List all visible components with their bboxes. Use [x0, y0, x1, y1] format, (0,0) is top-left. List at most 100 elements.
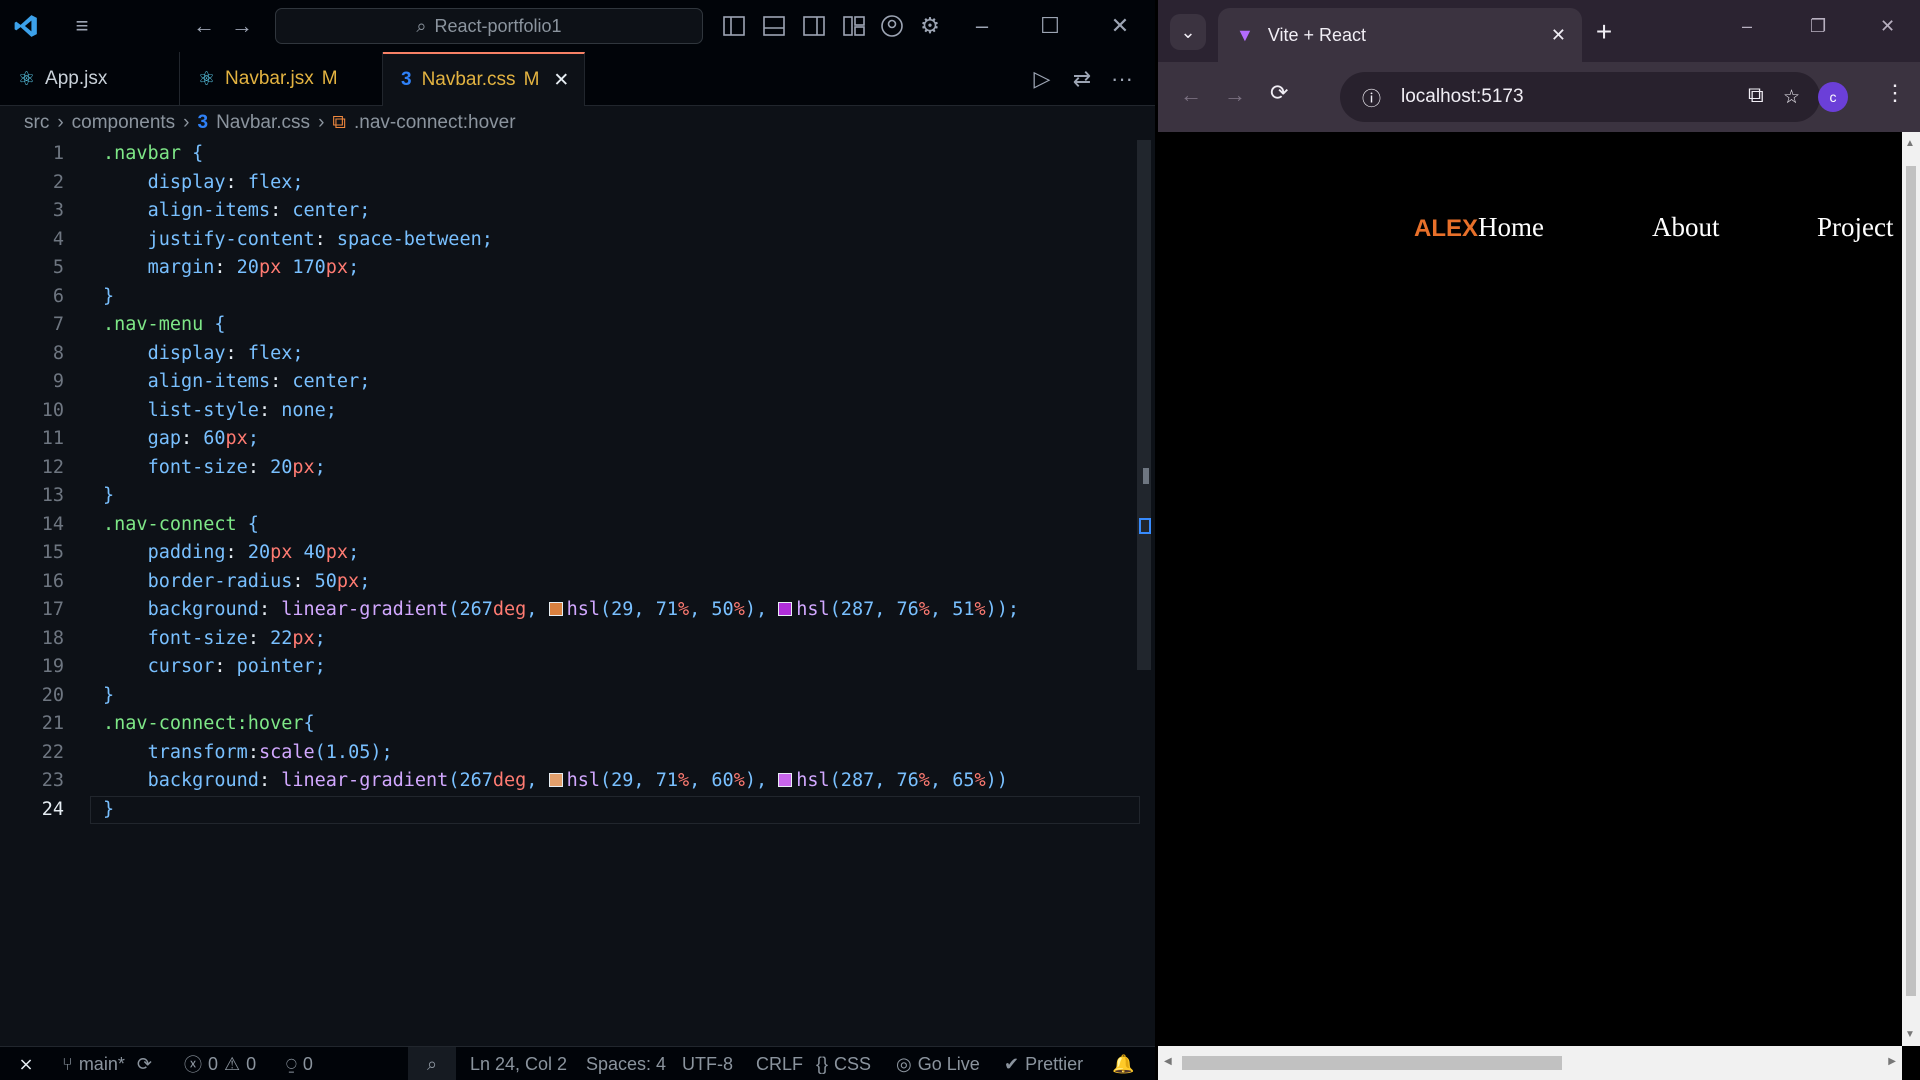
indentation[interactable]: Spaces: 4	[586, 1047, 666, 1080]
reload-icon[interactable]: ⟳	[1270, 80, 1288, 106]
minimize-icon[interactable]: –	[1742, 16, 1752, 37]
account-icon[interactable]	[878, 12, 906, 40]
code-line[interactable]: .nav-connect:hover{	[103, 710, 315, 739]
nav-back-icon[interactable]: ←	[190, 12, 218, 40]
code-line[interactable]: .navbar {	[103, 140, 203, 169]
compare-changes-icon[interactable]: ⇄	[1068, 65, 1096, 93]
code-line[interactable]: transform:scale(1.05);	[103, 739, 393, 768]
end-of-line[interactable]: CRLF	[756, 1047, 803, 1080]
code-line[interactable]: cursor: pointer;	[103, 653, 326, 682]
command-center-search[interactable]: ⌕ React-portfolio1	[275, 8, 703, 44]
scroll-thumb[interactable]	[1906, 166, 1916, 996]
code-line[interactable]: background: linear-gradient(267deg, hsl(…	[103, 767, 1008, 796]
code-line[interactable]: gap: 60px;	[103, 425, 259, 454]
code-line[interactable]: }	[103, 682, 114, 711]
close-window-icon[interactable]: ✕	[1106, 12, 1134, 40]
color-swatch[interactable]	[548, 602, 563, 616]
tab-navbar-jsx[interactable]: ⚛ Navbar.jsx M	[180, 52, 383, 106]
profile-initial: c	[1829, 89, 1837, 105]
run-icon[interactable]: ▷	[1028, 65, 1056, 93]
nav-home[interactable]: Home	[1478, 212, 1544, 242]
minimize-icon[interactable]: –	[968, 12, 996, 40]
close-tab-icon[interactable]: ✕	[553, 69, 569, 92]
code-line[interactable]: display: flex;	[103, 340, 304, 369]
breadcrumb-item[interactable]: Navbar.css	[216, 112, 310, 134]
profile-avatar[interactable]: c	[1818, 82, 1848, 112]
editor-scrollbar[interactable]	[1137, 140, 1151, 670]
code-line[interactable]: display: flex;	[103, 169, 304, 198]
menu-icon[interactable]: ≡	[68, 12, 96, 40]
encoding[interactable]: UTF-8	[682, 1047, 733, 1080]
code-line[interactable]: padding: 20px 40px;	[103, 539, 360, 568]
breadcrumb-item[interactable]: components	[72, 112, 176, 134]
chrome-menu-icon[interactable]: ⋮	[1884, 80, 1906, 106]
ports-status[interactable]: ⍜ 0	[286, 1047, 313, 1080]
code-line[interactable]: }	[103, 482, 114, 511]
line-number: 20	[41, 684, 64, 706]
color-swatch[interactable]	[548, 773, 563, 787]
customize-layout-icon[interactable]	[840, 12, 868, 40]
back-icon[interactable]: ←	[1180, 82, 1202, 108]
nav-forward-icon[interactable]: →	[228, 12, 256, 40]
code-line[interactable]: .nav-menu {	[103, 311, 226, 340]
close-window-icon[interactable]: ✕	[1880, 16, 1895, 37]
logo[interactable]: ALEX	[1414, 215, 1478, 242]
page-horizontal-scrollbar[interactable]: ◀ ▶	[1158, 1046, 1902, 1080]
breadcrumb-item[interactable]: .nav-connect:hover	[354, 112, 516, 134]
breadcrumb-item[interactable]: src	[24, 112, 49, 134]
scroll-up-icon[interactable]: ▲	[1905, 138, 1915, 149]
zoom-icon[interactable]: ⌕	[408, 1047, 456, 1080]
close-tab-icon[interactable]: ✕	[1551, 25, 1566, 46]
code-line[interactable]: list-style: none;	[103, 397, 337, 426]
code-line[interactable]: font-size: 22px;	[103, 625, 326, 654]
code-line[interactable]: align-items: center;	[103, 197, 371, 226]
code-editor[interactable]: 1 .navbar {2 display: flex; 3 align-items:…	[0, 140, 1140, 1045]
cursor-position[interactable]: Ln 24, Col 2	[470, 1047, 567, 1080]
prettier-status[interactable]: ✔ Prettier	[1004, 1047, 1083, 1080]
code-line[interactable]: border-radius: 50px;	[103, 568, 371, 597]
page-vertical-scrollbar[interactable]: ▲ ▼	[1902, 132, 1920, 1046]
tab-search-icon[interactable]: ⌄	[1170, 14, 1206, 50]
code-line[interactable]: }	[103, 283, 114, 312]
code-line[interactable]: justify-content: space-between;	[103, 226, 493, 255]
code-line[interactable]: align-items: center;	[103, 368, 371, 397]
code-line[interactable]: margin: 20px 170px;	[103, 254, 360, 283]
toggle-panel-icon[interactable]	[760, 12, 788, 40]
nav-about[interactable]: About	[1652, 212, 1720, 243]
line-number: 19	[41, 656, 64, 677]
new-tab-icon[interactable]: +	[1586, 14, 1622, 50]
toggle-primary-sidebar-icon[interactable]	[720, 12, 748, 40]
notifications-bell-icon[interactable]: 🔔	[1112, 1047, 1134, 1080]
code-line[interactable]: font-size: 20px;	[103, 454, 326, 483]
problems-status[interactable]: ⓧ 0 ⚠ 0	[184, 1047, 256, 1080]
nav-project[interactable]: Project	[1817, 212, 1893, 243]
extensions-icon[interactable]: ⧉	[1748, 82, 1764, 108]
ports-count: 0	[302, 1053, 313, 1074]
chrome-tab-vite-react[interactable]: ▼ Vite + React ✕	[1218, 8, 1582, 62]
more-actions-icon[interactable]: ···	[1108, 65, 1136, 93]
forward-icon[interactable]: →	[1224, 82, 1246, 108]
site-info-icon[interactable]: ⓘ	[1362, 84, 1381, 111]
maximize-icon[interactable]: ☐	[1036, 12, 1064, 40]
language-mode[interactable]: {} CSS	[816, 1047, 871, 1080]
code-line[interactable]: background: linear-gradient(267deg, hsl(…	[103, 596, 1019, 625]
settings-gear-icon[interactable]: ⚙	[916, 12, 944, 40]
restore-icon[interactable]: ❐	[1810, 16, 1826, 37]
branch-status[interactable]: ⑂ main* ⟳	[62, 1047, 152, 1080]
remote-icon[interactable]: ⨯	[0, 1047, 52, 1080]
color-swatch[interactable]	[778, 773, 793, 787]
go-live-button[interactable]: ◎ Go Live	[896, 1047, 980, 1080]
bookmark-star-icon[interactable]: ☆	[1783, 86, 1800, 109]
scroll-down-icon[interactable]: ▼	[1905, 1029, 1915, 1040]
vscode-logo-icon	[12, 12, 40, 40]
line-number: 2	[52, 171, 64, 193]
color-swatch[interactable]	[778, 602, 793, 616]
tab-navbar-css[interactable]: 3 Navbar.css M ✕	[383, 52, 585, 106]
scroll-right-icon[interactable]: ▶	[1888, 1056, 1896, 1067]
code-line[interactable]: }	[103, 796, 114, 825]
scroll-left-icon[interactable]: ◀	[1164, 1056, 1172, 1067]
tab-app-jsx[interactable]: ⚛ App.jsx	[0, 52, 180, 106]
scroll-thumb[interactable]	[1182, 1056, 1562, 1070]
toggle-secondary-sidebar-icon[interactable]	[800, 12, 828, 40]
code-line[interactable]: .nav-connect {	[103, 511, 259, 540]
